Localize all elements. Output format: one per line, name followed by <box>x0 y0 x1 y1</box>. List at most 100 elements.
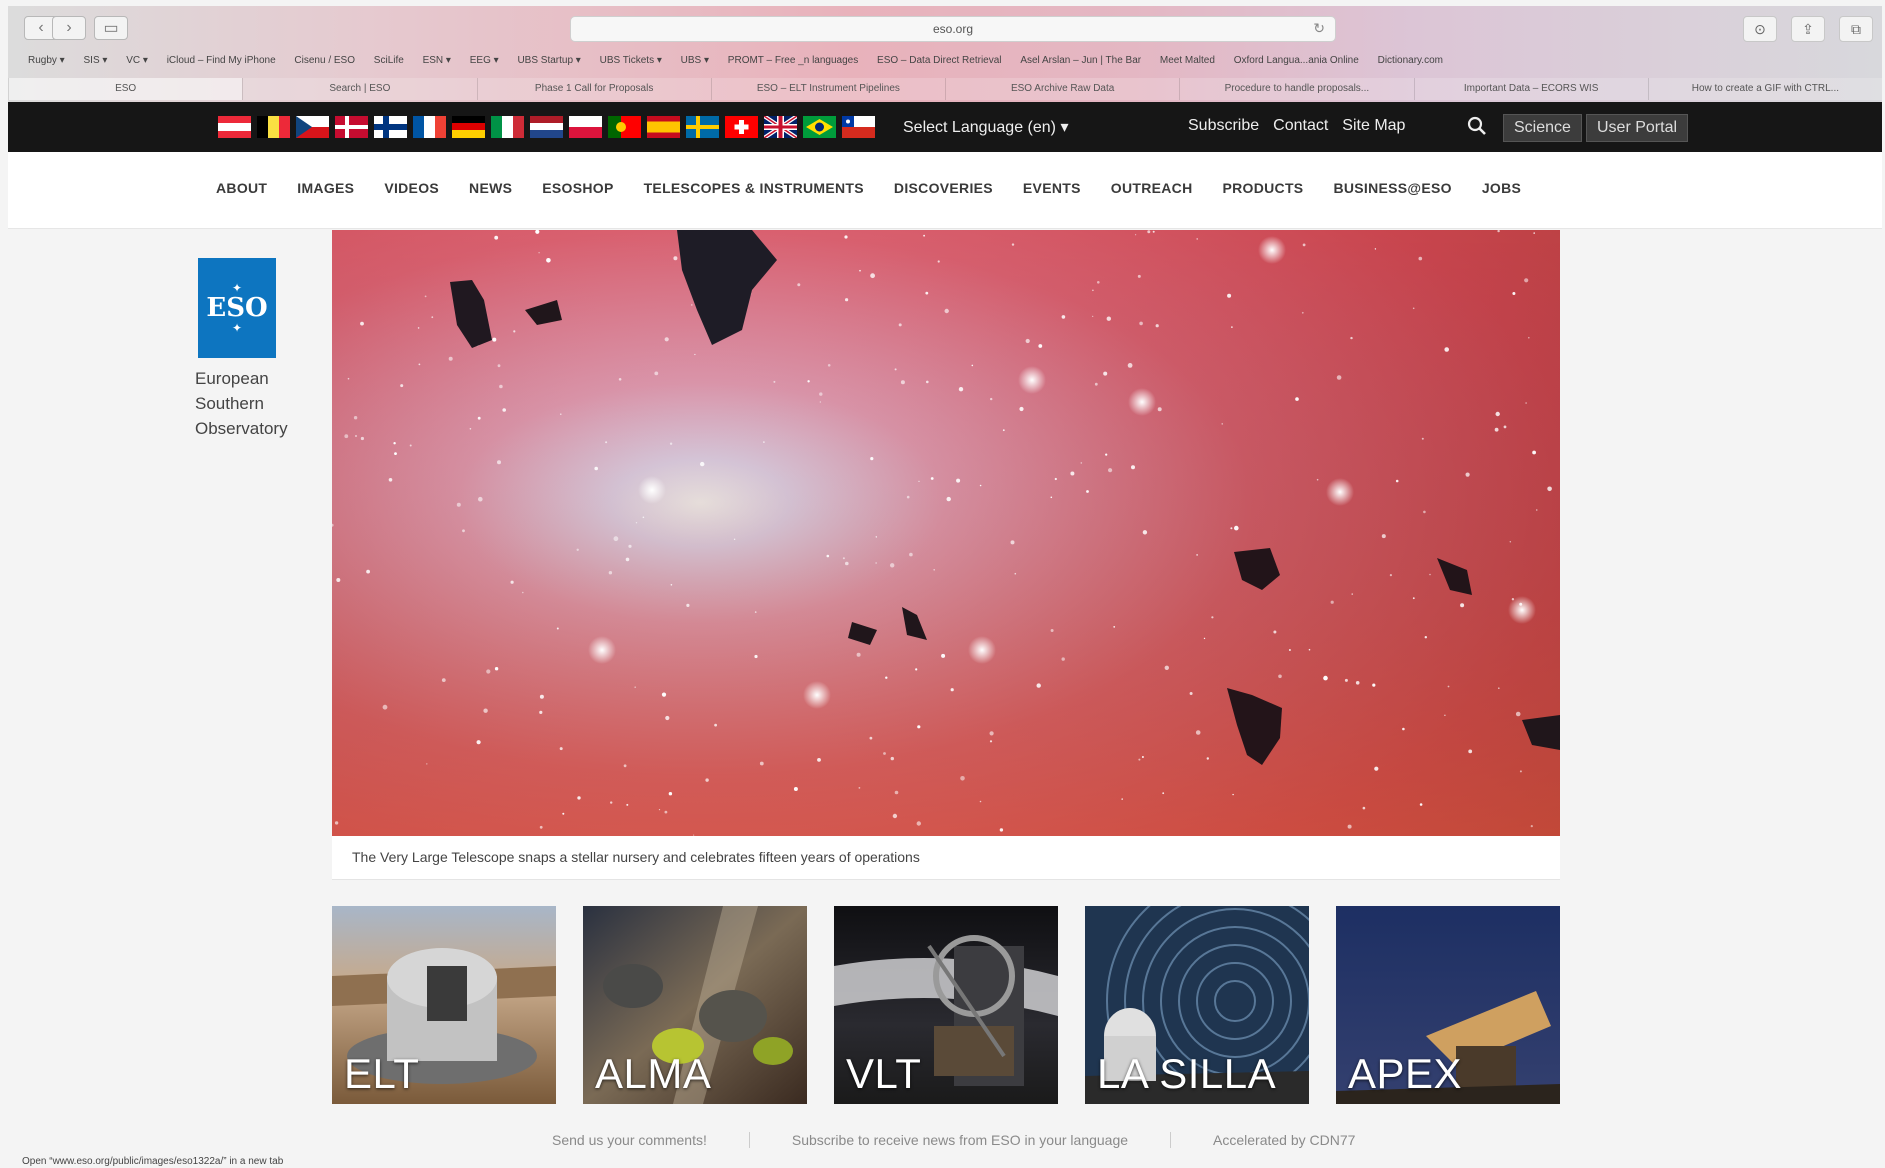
site-map-link[interactable]: Site Map <box>1342 117 1405 135</box>
top-links: Subscribe Contact Site Map <box>1188 117 1405 135</box>
bookmark-item[interactable]: VC ▾ <box>126 55 148 66</box>
flag-austria-icon[interactable] <box>218 116 251 138</box>
downloads-button[interactable]: ⊙ <box>1743 16 1777 42</box>
bookmark-item[interactable]: UBS Startup ▾ <box>517 55 580 66</box>
flag-finland-icon[interactable] <box>374 116 407 138</box>
bookmark-item[interactable]: iCloud – Find My iPhone <box>167 55 276 66</box>
flag-uk-icon[interactable] <box>764 116 797 138</box>
thumb-elt[interactable]: ELT <box>332 906 556 1104</box>
flag-switzerland-icon[interactable] <box>725 116 758 138</box>
bookmark-item[interactable]: ESN ▾ <box>423 55 451 66</box>
nav-events[interactable]: EVENTS <box>1023 180 1081 196</box>
star-icon: ✦ <box>231 321 243 335</box>
flag-chile-icon[interactable] <box>842 116 875 138</box>
language-flags <box>218 116 875 138</box>
bookmark-item[interactable]: SIS ▾ <box>84 55 108 66</box>
hero-caption[interactable]: The Very Large Telescope snaps a stellar… <box>332 836 1560 880</box>
search-icon[interactable] <box>1466 115 1488 137</box>
browser-tab[interactable]: ESO <box>8 78 243 100</box>
bookmark-item[interactable]: UBS Tickets ▾ <box>600 55 662 66</box>
browser-tab[interactable]: ESO Archive Raw Data <box>945 78 1180 100</box>
flag-france-icon[interactable] <box>413 116 446 138</box>
thumb-alma[interactable]: ALMA <box>583 906 807 1104</box>
thumb-la-silla[interactable]: LA SILLA <box>1085 906 1309 1104</box>
footer-links: Send us your comments! Subscribe to rece… <box>552 1132 1355 1148</box>
hero-caption-text: The Very Large Telescope snaps a stellar… <box>352 849 920 865</box>
subscribe-link[interactable]: Subscribe <box>1188 117 1259 135</box>
share-icon: ⇪ <box>1802 20 1814 37</box>
flag-czech-icon[interactable] <box>296 116 329 138</box>
sidebar-icon: ▭ <box>103 20 119 37</box>
nav-outreach[interactable]: OUTREACH <box>1111 180 1193 196</box>
browser-chrome: ‹ › ▭ eso.org ↻ ⊙ ⇪ ⧉ Rugby ▾ SIS ▾ VC ▾… <box>8 6 1882 103</box>
bookmark-item[interactable]: SciLife <box>374 55 404 66</box>
thumb-apex[interactable]: APEX <box>1336 906 1560 1104</box>
reload-icon[interactable]: ↻ <box>1313 20 1325 37</box>
nav-business[interactable]: BUSINESS@ESO <box>1333 180 1451 196</box>
logo-text: European Southern Observatory <box>195 366 288 441</box>
flag-netherlands-icon[interactable] <box>530 116 563 138</box>
thumb-label: APEX <box>1348 1050 1463 1097</box>
logo-line: European <box>195 369 269 388</box>
browser-tab[interactable]: ESO – ELT Instrument Pipelines <box>710 78 945 100</box>
sidebar-toggle-button[interactable]: ▭ <box>94 16 128 40</box>
forward-button[interactable]: › <box>52 16 86 40</box>
bookmark-item[interactable]: Asel Arslan – Jun | The Bar <box>1020 55 1141 66</box>
flag-germany-icon[interactable] <box>452 116 485 138</box>
bookmarks-bar: Rugby ▾ SIS ▾ VC ▾ iCloud – Find My iPho… <box>28 55 1878 71</box>
language-select[interactable]: Select Language (en) ▾ <box>903 117 1068 137</box>
hero-image[interactable] <box>332 230 1560 836</box>
flag-denmark-icon[interactable] <box>335 116 368 138</box>
flag-belgium-icon[interactable] <box>257 116 290 138</box>
bookmark-item[interactable]: Meet Malted <box>1160 55 1215 66</box>
browser-tab[interactable]: Important Data – ECORS WIS <box>1413 78 1648 100</box>
flag-brazil-icon[interactable] <box>803 116 836 138</box>
flag-italy-icon[interactable] <box>491 116 524 138</box>
share-button[interactable]: ⇪ <box>1791 16 1825 42</box>
tab-strip: ESO Search | ESO Phase 1 Call for Propos… <box>8 78 1882 100</box>
bookmark-item[interactable]: UBS ▾ <box>681 55 709 66</box>
flag-portugal-icon[interactable] <box>608 116 641 138</box>
thumb-label: VLT <box>846 1050 922 1097</box>
flag-spain-icon[interactable] <box>647 116 680 138</box>
science-button[interactable]: Science <box>1503 114 1582 142</box>
bookmark-item[interactable]: Rugby ▾ <box>28 55 65 66</box>
comments-link[interactable]: Send us your comments! <box>552 1132 750 1148</box>
browser-tab[interactable]: How to create a GIF with CTRL... <box>1647 78 1882 100</box>
bookmark-item[interactable]: Oxford Langua...ania Online <box>1234 55 1359 66</box>
main-navigation: ABOUT IMAGES VIDEOS NEWS ESOSHOP TELESCO… <box>8 152 1882 229</box>
nav-discoveries[interactable]: DISCOVERIES <box>894 180 993 196</box>
nav-news[interactable]: NEWS <box>469 180 512 196</box>
nav-images[interactable]: IMAGES <box>297 180 354 196</box>
browser-tab[interactable]: Search | ESO <box>242 78 477 100</box>
browser-tab[interactable]: Phase 1 Call for Proposals <box>476 78 711 100</box>
tabs-overview-button[interactable]: ⧉ <box>1839 16 1873 42</box>
flag-poland-icon[interactable] <box>569 116 602 138</box>
thumb-vlt[interactable]: VLT <box>834 906 1058 1104</box>
eso-logo[interactable]: ✦ ESO ✦ <box>198 258 276 358</box>
address-bar[interactable]: eso.org ↻ <box>570 16 1336 42</box>
cdn-link[interactable]: Accelerated by CDN77 <box>1213 1132 1355 1148</box>
top-bar: Select Language (en) ▾ Subscribe Contact… <box>8 102 1882 152</box>
contact-link[interactable]: Contact <box>1273 117 1328 135</box>
bookmark-item[interactable]: ESO – Data Direct Retrieval <box>877 55 1002 66</box>
nav-esoshop[interactable]: ESOSHOP <box>542 180 613 196</box>
subscribe-news-link[interactable]: Subscribe to receive news from ESO in yo… <box>792 1132 1172 1148</box>
nav-videos[interactable]: VIDEOS <box>384 180 439 196</box>
bookmark-item[interactable]: PROMT – Free _n languages <box>728 55 858 66</box>
bookmark-item[interactable]: Cisenu / ESO <box>294 55 355 66</box>
nav-jobs[interactable]: JOBS <box>1482 180 1521 196</box>
nav-telescopes-instruments[interactable]: TELESCOPES & INSTRUMENTS <box>644 180 864 196</box>
browser-tab[interactable]: Procedure to handle proposals... <box>1179 78 1414 100</box>
bookmark-item[interactable]: EEG ▾ <box>470 55 499 66</box>
thumb-label: ALMA <box>595 1050 712 1097</box>
bookmark-item[interactable]: Dictionary.com <box>1378 55 1443 66</box>
user-portal-button[interactable]: User Portal <box>1586 114 1689 142</box>
flag-sweden-icon[interactable] <box>686 116 719 138</box>
tabs-icon: ⧉ <box>1851 20 1861 37</box>
chevron-right-icon: › <box>66 19 72 36</box>
nav-about[interactable]: ABOUT <box>216 180 267 196</box>
telescope-thumbnails: ELT ALMA VLT LA SILLA APEX <box>332 906 1560 1104</box>
download-icon: ⊙ <box>1754 20 1766 37</box>
nav-products[interactable]: PRODUCTS <box>1222 180 1303 196</box>
